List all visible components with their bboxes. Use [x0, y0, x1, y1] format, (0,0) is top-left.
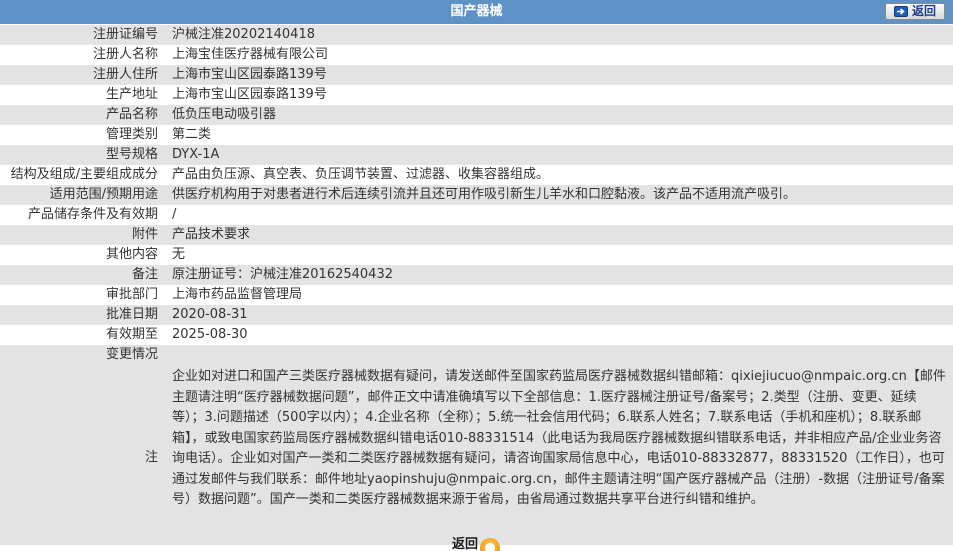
- field-value: 供医疗机构用于对患者进行术后连续引流并且还可用作吸引新生儿羊水和口腔黏液。该产品…: [163, 185, 953, 205]
- field-label: 批准日期: [0, 305, 163, 325]
- row-valid-until: 有效期至 2025-08-30: [0, 325, 953, 345]
- field-value: 2025-08-30: [163, 325, 953, 345]
- row-production-address: 生产地址 上海市宝山区园泰路139号: [0, 85, 953, 105]
- field-label: 变更情况: [0, 345, 163, 365]
- field-label: 注册证编号: [0, 25, 163, 45]
- field-value: 上海宝佳医疗器械有限公司: [163, 45, 953, 65]
- field-label: 审批部门: [0, 285, 163, 305]
- row-model-spec: 型号规格 DYX-1A: [0, 145, 953, 165]
- field-value: 上海市宝山区园泰路139号: [163, 65, 953, 85]
- field-label: 注册人名称: [0, 45, 163, 65]
- footer-back-label: 返回: [452, 537, 479, 551]
- footer-back-button[interactable]: 返回: [452, 534, 501, 551]
- field-label: 备注: [0, 265, 163, 285]
- row-management-category: 管理类别 第二类: [0, 125, 953, 145]
- back-circle-icon: [480, 538, 501, 551]
- field-value: 无: [163, 245, 953, 265]
- row-structure-composition: 结构及组成/主要组成成分 产品由负压源、真空表、负压调节装置、过滤器、收集容器组…: [0, 165, 953, 185]
- field-label: 产品名称: [0, 105, 163, 125]
- back-button-label: 返回: [911, 4, 936, 18]
- row-storage-conditions: 产品储存条件及有效期 /: [0, 205, 953, 225]
- device-detail-page: 国产器械 返回 注册证编号 沪械注准20202140418 注册人名称 上海宝佳…: [0, 0, 953, 551]
- field-label: 适用范围/预期用途: [0, 185, 163, 205]
- row-remarks: 备注 原注册证号：沪械注准20162540432: [0, 265, 953, 285]
- field-value: 产品技术要求: [163, 225, 953, 245]
- row-intended-use: 适用范围/预期用途 供医疗机构用于对患者进行术后连续引流并且还可用作吸引新生儿羊…: [0, 185, 953, 205]
- field-value: 沪械注准20202140418: [163, 25, 953, 45]
- page-header: 国产器械 返回: [0, 0, 953, 24]
- row-registrant-name: 注册人名称 上海宝佳医疗器械有限公司: [0, 45, 953, 65]
- field-value: 产品由负压源、真空表、负压调节装置、过滤器、收集容器组成。: [163, 165, 953, 185]
- arrow-right-icon: [893, 6, 908, 17]
- field-value: 2020-08-31: [163, 305, 953, 325]
- field-value: 上海市宝山区园泰路139号: [163, 85, 953, 105]
- row-approval-date: 批准日期 2020-08-31: [0, 305, 953, 325]
- row-approval-department: 审批部门 上海市药品监督管理局: [0, 285, 953, 305]
- row-registration-number: 注册证编号 沪械注准20202140418: [0, 25, 953, 45]
- field-value: 第二类: [163, 125, 953, 145]
- field-value: [163, 345, 953, 365]
- page-title: 国产器械: [450, 4, 503, 19]
- field-value: 低负压电动吸引器: [163, 105, 953, 125]
- field-value: 上海市药品监督管理局: [163, 285, 953, 305]
- field-label: 型号规格: [0, 145, 163, 165]
- row-other-content: 其他内容 无: [0, 245, 953, 265]
- row-attachment: 附件 产品技术要求: [0, 225, 953, 245]
- field-label: 产品储存条件及有效期: [0, 205, 163, 225]
- field-label: 注册人住所: [0, 65, 163, 85]
- note-label: 注: [0, 365, 163, 545]
- field-label: 管理类别: [0, 125, 163, 145]
- field-value: 原注册证号：沪械注准20162540432: [163, 265, 953, 285]
- field-label: 附件: [0, 225, 163, 245]
- row-note: 注 企业如对进口和国产三类医疗器械数据有疑问，请发送邮件至国家药监局医疗器械数据…: [0, 365, 953, 545]
- field-value: DYX-1A: [163, 145, 953, 165]
- back-button[interactable]: 返回: [885, 3, 945, 20]
- row-change-status: 变更情况: [0, 345, 953, 365]
- field-value: /: [163, 205, 953, 225]
- field-label: 有效期至: [0, 325, 163, 345]
- field-label: 生产地址: [0, 85, 163, 105]
- field-label: 结构及组成/主要组成成分: [0, 165, 163, 185]
- row-product-name: 产品名称 低负压电动吸引器: [0, 105, 953, 125]
- field-label: 其他内容: [0, 245, 163, 265]
- note-text: 企业如对进口和国产三类医疗器械数据有疑问，请发送邮件至国家药监局医疗器械数据纠错…: [163, 365, 953, 545]
- detail-table: 注册证编号 沪械注准20202140418 注册人名称 上海宝佳医疗器械有限公司…: [0, 25, 953, 545]
- row-registrant-address: 注册人住所 上海市宝山区园泰路139号: [0, 65, 953, 85]
